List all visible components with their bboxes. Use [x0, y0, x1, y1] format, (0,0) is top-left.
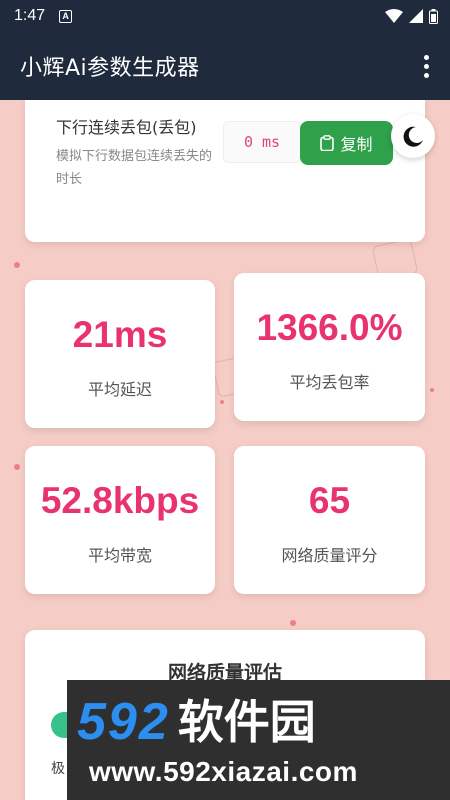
app-title: 小辉Ai参数生成器 — [20, 56, 200, 81]
wifi-icon — [385, 9, 403, 23]
status-bar: 1:47 A — [0, 0, 450, 32]
stat-label: 网络质量评分 — [281, 546, 378, 565]
decor-dot — [14, 464, 20, 470]
status-icons — [385, 8, 438, 24]
watermark-url: www.592xiazai.com — [89, 756, 358, 787]
stat-label: 平均带宽 — [87, 546, 152, 565]
stat-value: 65 — [308, 480, 351, 521]
watermark-logo: 592 软件园 — [77, 693, 316, 751]
decor-dot — [290, 620, 296, 626]
stat-card-packet-loss: 1366.0% 平均丢包率 — [234, 273, 425, 421]
param-card: 下行连续丢包(丢包) 模拟下行数据包连续丢失的时长 0 ms 复制 — [25, 100, 425, 242]
stat-value: 1366.0% — [256, 307, 403, 348]
param-name: 下行连续丢包(丢包) — [56, 118, 197, 137]
clipboard-icon — [320, 135, 335, 151]
stat-label: 平均丢包率 — [289, 373, 370, 392]
app-bar: 小辉Ai参数生成器 — [0, 32, 450, 100]
param-description: 模拟下行数据包连续丢失的时长 — [56, 149, 213, 187]
watermark: 592 软件园 www.592xiazai.com — [67, 680, 450, 800]
copy-button[interactable]: 复制 — [300, 121, 393, 165]
quality-label: 极 — [51, 761, 65, 777]
battery-icon — [429, 8, 438, 24]
signal-icon — [409, 9, 423, 23]
overflow-menu-icon[interactable] — [414, 50, 438, 82]
stat-value: 21ms — [72, 314, 168, 355]
decor-dot — [430, 388, 434, 392]
moon-icon — [403, 126, 423, 147]
stat-label: 平均延迟 — [87, 380, 152, 399]
status-time: 1:47 — [14, 7, 46, 24]
decor-dot — [14, 262, 20, 268]
decor-dot — [220, 400, 224, 404]
stat-value: 52.8kbps — [40, 480, 200, 521]
param-value-field[interactable]: 0 ms — [223, 121, 301, 163]
copy-button-label: 复制 — [340, 135, 373, 154]
dark-mode-toggle[interactable] — [391, 114, 435, 158]
stat-card-quality-score: 65 网络质量评分 — [234, 446, 425, 594]
stat-card-bandwidth: 52.8kbps 平均带宽 — [25, 446, 215, 594]
notification-badge-icon: A — [59, 9, 73, 23]
stat-card-latency: 21ms 平均延迟 — [25, 280, 215, 428]
